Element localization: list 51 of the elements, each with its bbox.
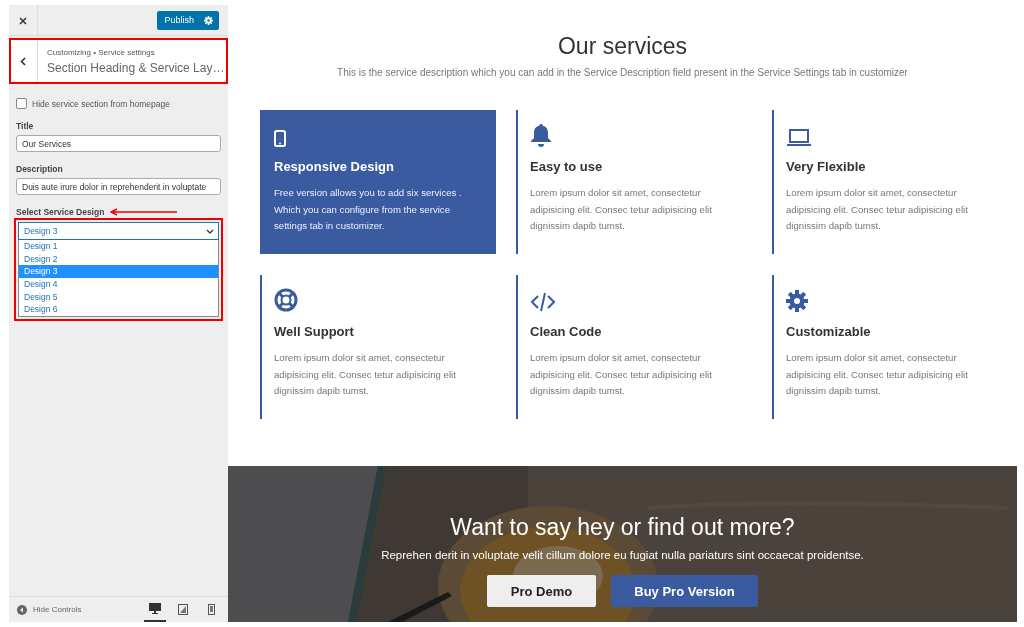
close-icon [19, 16, 27, 25]
checkbox-label: Hide service section from homepage [32, 98, 170, 109]
service-text: Lorem ipsum dolor sit amet, consectetur adipisicing elit. Consec tetur adipisicing elit dignissim dapib tumst. [786, 351, 969, 398]
banner-text: Reprehen derit in voluptate velit cillum dolore eu fugiat nulla pariaturs sint occaecat proidentse. [381, 549, 864, 561]
banner-heading: Want to say hey or find out more? [450, 514, 795, 541]
bell-icon [530, 123, 552, 147]
code-icon [530, 292, 556, 312]
buy-button[interactable]: Buy Pro Version [611, 575, 758, 607]
field-label: Description [16, 164, 64, 174]
service-text: Free version allows you to add six services . Which you can configure from the service settings tab in customizer. [274, 186, 463, 233]
dropdown-option[interactable]: Design 4 [19, 278, 218, 291]
back-icon [20, 57, 26, 66]
tablet-icon [178, 604, 188, 615]
settings-icon [204, 15, 213, 25]
lifebuoy-icon [274, 288, 298, 312]
service-text: Lorem ipsum dolor sit amet, consectetur adipisicing elit. Consec tetur adipisicing elit dignissim dapib tumst. [786, 186, 969, 233]
service-title: Well Support [274, 324, 355, 339]
mobile-icon [207, 604, 215, 615]
design-select[interactable]: Design 3 [18, 222, 219, 240]
title-field[interactable]: Our Services [16, 135, 221, 152]
breadcrumb: Customizing • Service settings [47, 47, 156, 57]
demo-button[interactable]: Pro Demo [487, 575, 596, 607]
gear-icon [786, 290, 808, 312]
service-title: Responsive Design [274, 159, 395, 174]
section-title: Section Heading & Service Lay… [47, 60, 225, 75]
dropdown-option[interactable]: Design 2 [19, 252, 218, 266]
dropdown-option[interactable]: Design 5 [19, 290, 218, 304]
service-title: Easy to use [530, 159, 604, 174]
service-title: Very Flexible [786, 159, 867, 174]
dropdown-option[interactable]: Design 6 [19, 303, 218, 317]
service-title: Customizable [786, 324, 872, 339]
collapse-icon [17, 604, 27, 615]
dropdown-option[interactable]: Design 1 [19, 240, 218, 253]
phone-icon [274, 130, 286, 147]
service-text: Lorem ipsum dolor sit amet, consectetur adipisicing elit. Consec tetur adipisicing elit dignissim dapib tumst. [274, 351, 457, 398]
field-label: Title [16, 121, 35, 131]
dropdown-option[interactable]: Design 3 [19, 265, 218, 279]
service-text: Lorem ipsum dolor sit amet, consectetur adipisicing elit. Consec tetur adipisicing elit dignissim dapib tumst. [530, 186, 713, 233]
desktop-icon [149, 603, 161, 614]
publish-button[interactable]: Publish [157, 10, 219, 30]
annotation-arrow [110, 208, 179, 216]
chevron-icon [206, 228, 214, 234]
field-label: Select Service Design [16, 207, 105, 217]
checkbox[interactable] [16, 98, 27, 109]
hide-controls-button[interactable]: Hide Controls [17, 604, 138, 615]
laptop-icon [786, 129, 812, 147]
service-text: Lorem ipsum dolor sit amet, consectetur adipisicing elit. Consec tetur adipisicing elit dignissim dapib tumst. [530, 351, 713, 398]
description-field[interactable]: Duis aute irure dolor in reprehenderit in voluptate [16, 178, 221, 195]
section-heading: Our services [557, 33, 688, 60]
service-title: Clean Code [530, 324, 603, 339]
section-description: This is the service description which you can add in the Service Description field present in the Service Settings tab in customizer [337, 67, 908, 78]
